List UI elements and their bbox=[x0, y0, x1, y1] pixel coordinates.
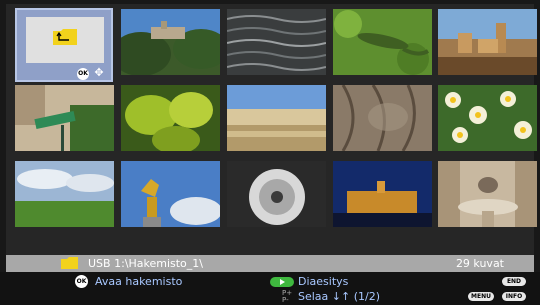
browse-pages-hint[interactable]: Selaa ↓↑ (1/2) bbox=[298, 289, 380, 304]
image-count: 29 kuvat bbox=[455, 257, 504, 270]
navigation-pad-icon: ✥ bbox=[94, 66, 104, 79]
green-leaves-image bbox=[121, 85, 220, 151]
thumbnail-dandelion-clock[interactable] bbox=[227, 161, 326, 227]
ok-button-icon: OK bbox=[75, 275, 88, 288]
parent-folder-tile[interactable]: OK ✥ bbox=[15, 8, 113, 82]
thumbnail-green-leaves[interactable] bbox=[121, 85, 220, 151]
ok-button-icon: OK bbox=[77, 68, 89, 80]
street-sign-image bbox=[15, 85, 114, 151]
page-up-down-icon: P+ P- bbox=[282, 289, 293, 304]
slideshow-hint[interactable]: Diaesitys bbox=[298, 274, 348, 289]
daffodils-image bbox=[438, 85, 537, 151]
dandelion-clock-image bbox=[227, 161, 326, 227]
fountain-image bbox=[438, 161, 537, 227]
usb-folder-icon bbox=[61, 257, 78, 269]
thumbnail-water-ripples[interactable] bbox=[227, 9, 326, 75]
water-ripples-image bbox=[227, 9, 326, 75]
help-bar: OK Avaa hakemisto Diaesitys P+ P- Selaa … bbox=[0, 272, 540, 305]
thumbnail-riverside-buildings[interactable] bbox=[227, 85, 326, 151]
open-folder-hint[interactable]: Avaa hakemisto bbox=[95, 274, 182, 289]
thumbnail-hill-town[interactable] bbox=[438, 9, 537, 75]
hill-town-image bbox=[438, 9, 537, 75]
thumbnail-lizard[interactable] bbox=[333, 9, 432, 75]
lizard-image bbox=[333, 9, 432, 75]
thumbnail-golden-statue[interactable] bbox=[121, 161, 220, 227]
thumbnail-fountain[interactable] bbox=[438, 161, 537, 227]
night-castle-image bbox=[333, 161, 432, 227]
menu-key-icon[interactable]: MENU bbox=[468, 292, 494, 301]
thumbnail-elephant-skin[interactable] bbox=[333, 85, 432, 151]
photo-browser-screen: OK ✥ USB 1:\Hakemisto_1\ 29 kuvat OK Ava… bbox=[0, 0, 540, 305]
thumbnail-cloudy-field[interactable] bbox=[15, 161, 114, 227]
cloudy-field-image bbox=[15, 161, 114, 227]
info-key-icon[interactable]: INFO bbox=[502, 292, 526, 301]
castle-hill-image bbox=[121, 9, 220, 75]
status-bar: USB 1:\Hakemisto_1\ 29 kuvat bbox=[6, 255, 534, 272]
folder-up-icon bbox=[53, 29, 77, 45]
elephant-skin-image bbox=[333, 85, 432, 151]
folder-preview bbox=[26, 17, 104, 63]
golden-statue-image bbox=[121, 161, 220, 227]
thumbnail-daffodils[interactable] bbox=[438, 85, 537, 151]
play-icon bbox=[270, 277, 294, 287]
end-key-icon[interactable]: END bbox=[502, 277, 526, 286]
thumbnail-castle-hill[interactable] bbox=[121, 9, 220, 75]
riverside-buildings-image bbox=[227, 85, 326, 151]
thumbnail-night-castle[interactable] bbox=[333, 161, 432, 227]
current-path: USB 1:\Hakemisto_1\ bbox=[88, 257, 203, 270]
thumbnail-street-sign[interactable] bbox=[15, 85, 114, 151]
